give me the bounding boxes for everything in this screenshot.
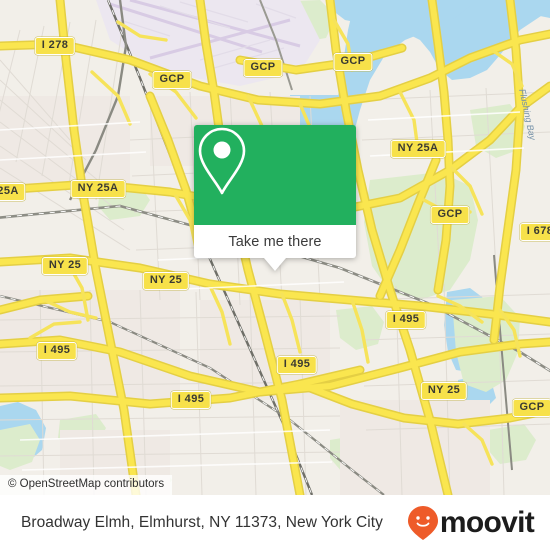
location-pin-icon bbox=[198, 127, 246, 195]
map-screen: I 278 GCP GCP GCP NY 25A NY 25A 25A GCP … bbox=[0, 0, 550, 550]
take-me-there-button[interactable]: Take me there bbox=[194, 225, 356, 258]
shield-i495-2[interactable]: I 495 bbox=[36, 342, 78, 360]
popup-image-panel bbox=[194, 125, 356, 225]
shield-gcp-2[interactable]: GCP bbox=[243, 59, 283, 77]
shield-ny25a-2[interactable]: NY 25A bbox=[70, 180, 126, 198]
map-canvas[interactable]: I 278 GCP GCP GCP NY 25A NY 25A 25A GCP … bbox=[0, 0, 550, 495]
shield-i278[interactable]: I 278 bbox=[34, 37, 76, 55]
location-popup-card[interactable]: Take me there bbox=[194, 125, 356, 271]
popup-tail bbox=[264, 258, 286, 271]
shield-ny25-2[interactable]: NY 25 bbox=[142, 272, 190, 290]
shield-ny25-1[interactable]: NY 25 bbox=[41, 257, 89, 275]
moovit-pin-icon bbox=[407, 505, 438, 540]
moovit-wordmark: moovit bbox=[439, 505, 535, 539]
shield-i495-1[interactable]: I 495 bbox=[385, 311, 427, 329]
moovit-brand: moovit bbox=[407, 505, 535, 541]
osm-attribution[interactable]: © OpenStreetMap contributors bbox=[0, 475, 173, 495]
shield-gcp-5[interactable]: GCP bbox=[512, 399, 550, 417]
shield-i678[interactable]: I 678 bbox=[519, 223, 550, 241]
shield-i495-3[interactable]: I 495 bbox=[276, 356, 318, 374]
shield-gcp-1[interactable]: GCP bbox=[152, 71, 192, 89]
shield-gcp-3[interactable]: GCP bbox=[333, 53, 373, 71]
footer-bar: Broadway Elmh, Elmhurst, NY 11373, New Y… bbox=[0, 495, 550, 550]
shield-ny25a-3[interactable]: 25A bbox=[0, 183, 26, 201]
address-text: Broadway Elmh, Elmhurst, NY 11373, New Y… bbox=[21, 513, 383, 531]
shield-ny25-3[interactable]: NY 25 bbox=[420, 382, 468, 400]
shield-ny25a-1[interactable]: NY 25A bbox=[390, 140, 446, 158]
take-me-there-label: Take me there bbox=[228, 233, 322, 250]
shield-gcp-4[interactable]: GCP bbox=[430, 206, 470, 224]
shield-i495-4[interactable]: I 495 bbox=[170, 391, 212, 409]
